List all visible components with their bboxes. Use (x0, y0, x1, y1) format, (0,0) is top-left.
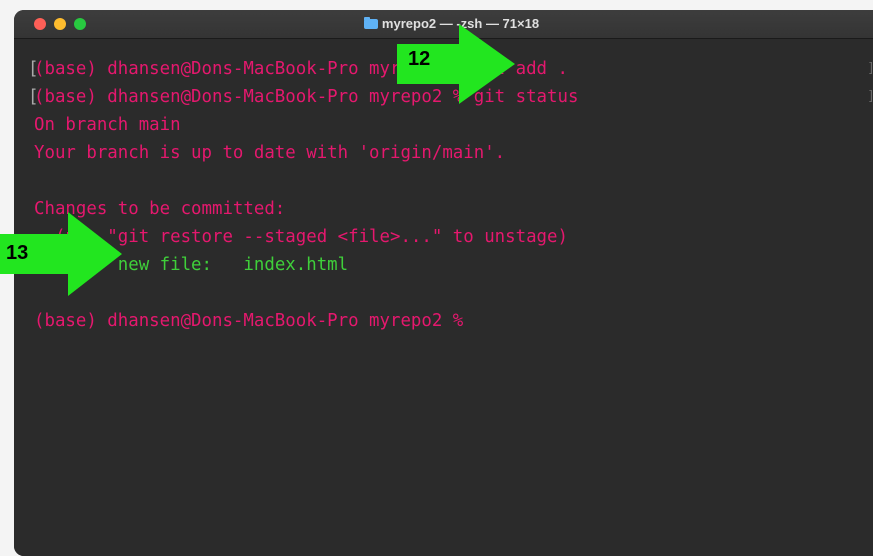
terminal-line: On branch main (34, 115, 181, 135)
window-title-text: myrepo2 — -zsh — 71×18 (381, 16, 540, 31)
mark-bracket-right: ] (867, 83, 873, 111)
arrow-12-label: 12 (408, 48, 431, 70)
terminal-line: (base) dhansen@Dons-MacBook-Pro myrepo2 … (34, 87, 579, 107)
terminal-line: (base) dhansen@Dons-MacBook-Pro myrepo2 … (34, 59, 568, 79)
terminal-window: myrepo2 — -zsh — 71×18 [ [ ] ] (base) dh… (14, 10, 873, 556)
mark-bracket-right: ] (867, 55, 873, 83)
terminal-line: Changes to be committed: (34, 199, 286, 219)
staged-file-line: new file: index.html (34, 255, 349, 275)
terminal-line: Your branch is up to date with 'origin/m… (34, 143, 506, 163)
title-bar[interactable]: myrepo2 — -zsh — 71×18 (14, 10, 873, 39)
terminal-line: (use "git restore --staged <file>..." to… (34, 227, 568, 247)
terminal-output[interactable]: [ [ ] ] (base) dhansen@Dons-MacBook-Pro … (14, 39, 873, 556)
folder-icon (363, 17, 378, 29)
terminal-prompt: (base) dhansen@Dons-MacBook-Pro myrepo2 … (34, 311, 464, 331)
arrow-13-label: 13 (6, 242, 29, 264)
window-title: myrepo2 — -zsh — 71×18 (14, 16, 873, 31)
